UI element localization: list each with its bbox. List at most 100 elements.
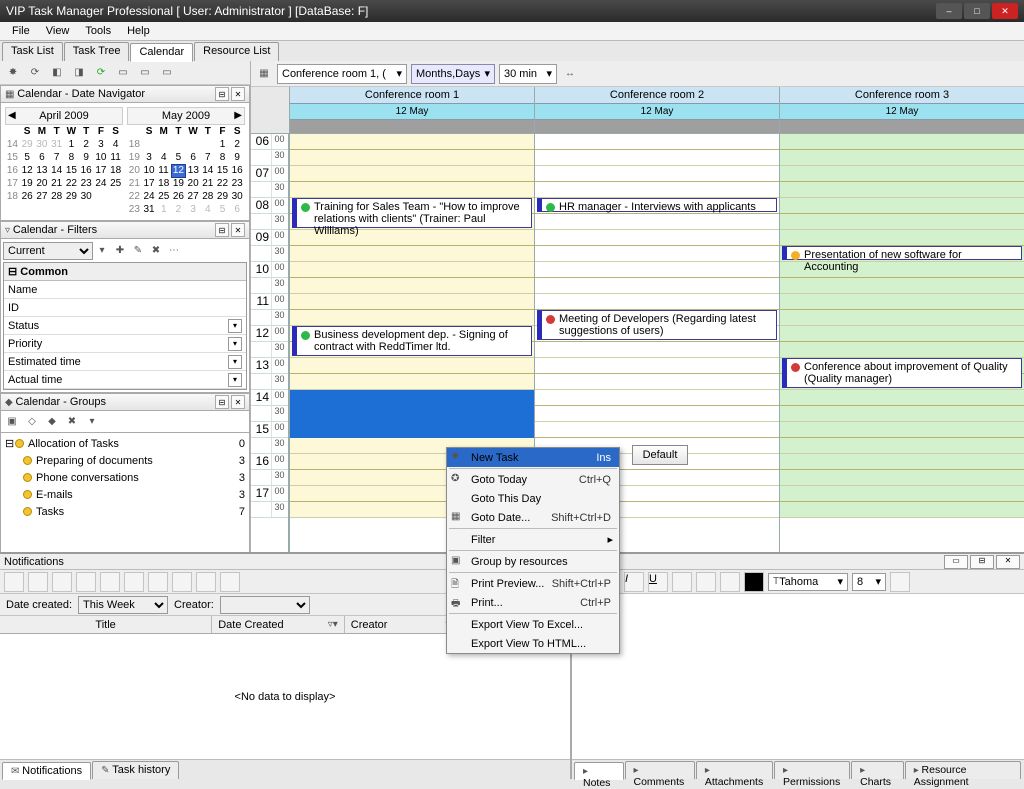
groups-tool-4[interactable]: ✖	[63, 413, 81, 431]
mini-calendar-left[interactable]: April 2009◀SMTWTFS1429303112341556789101…	[5, 107, 123, 216]
ctx-print-preview[interactable]: 🗎 Print Preview... Shift+Ctrl+P	[447, 574, 619, 593]
detail-tab[interactable]: ▸ Attachments	[696, 761, 773, 779]
cal-tool-1[interactable]: ▦	[255, 65, 273, 83]
dt-color-icon[interactable]	[744, 572, 764, 592]
ctx-goto-today[interactable]: ✪ Goto Today Ctrl+Q	[447, 470, 619, 489]
notif-tool-3[interactable]	[52, 572, 72, 592]
creator-combo[interactable]	[220, 596, 310, 614]
detail-tab[interactable]: ▸ Permissions	[774, 761, 850, 779]
ctx-print[interactable]: 🖶 Print... Ctrl+P	[447, 593, 619, 612]
calendar-event[interactable]: Meeting of Developers (Regarding latest …	[537, 310, 777, 340]
dt-italic-icon[interactable]: I	[624, 572, 644, 592]
notif-tool-6[interactable]	[124, 572, 144, 592]
maximize-button[interactable]: □	[964, 3, 990, 19]
filter-row[interactable]: Actual time▾	[4, 371, 246, 389]
group-item[interactable]: Phone conversations3	[23, 469, 245, 486]
menu-help[interactable]: Help	[119, 23, 158, 39]
groups-tool-3[interactable]: ◆	[43, 413, 61, 431]
ctx-new-task[interactable]: ✸ New Task Ins	[447, 448, 619, 467]
dt-extra-icon[interactable]	[890, 572, 910, 592]
tab-resource-list[interactable]: Resource List	[194, 42, 279, 61]
ctx-goto-date[interactable]: ▦ Goto Date... Shift+Ctrl+D	[447, 508, 619, 527]
detail-tab[interactable]: ▸ Charts	[851, 761, 904, 779]
col-creator[interactable]: Creator▾	[345, 616, 458, 633]
pin-icon[interactable]: ⊟	[215, 223, 229, 237]
tool-btn-2[interactable]: ⟳	[26, 64, 44, 82]
tool-btn-4[interactable]: ◨	[70, 64, 88, 82]
time-selection[interactable]	[290, 390, 534, 438]
detail-tab[interactable]: ▸ Resource Assignment	[905, 761, 1021, 779]
filter-row[interactable]: Estimated time▾	[4, 353, 246, 371]
tool-btn-3[interactable]: ◧	[48, 64, 66, 82]
room-header[interactable]: Conference room 1 12 May	[289, 87, 534, 133]
filter-tool-3[interactable]: ✎	[129, 242, 147, 260]
group-item[interactable]: E-mails3	[23, 486, 245, 503]
groups-tool-1[interactable]: ▣	[3, 413, 21, 431]
dt-align-r-icon[interactable]	[720, 572, 740, 592]
font-size-combo[interactable]: 8▾	[852, 573, 886, 591]
tab-notifications[interactable]: ✉ Notifications	[2, 762, 91, 780]
tab-calendar[interactable]: Calendar	[130, 43, 193, 62]
ctx-group-by[interactable]: ▣ Group by resources	[447, 552, 619, 571]
notif-tool-9[interactable]	[196, 572, 216, 592]
filter-apply-icon[interactable]: ▾	[93, 242, 111, 260]
filter-tool-5[interactable]: ⋯	[165, 242, 183, 260]
dt-align-l-icon[interactable]	[672, 572, 692, 592]
filter-row[interactable]: Status▾	[4, 317, 246, 335]
ctx-export-excel[interactable]: Export View To Excel...	[447, 615, 619, 634]
panel-restore-icon[interactable]: ▭	[944, 555, 968, 569]
slot-size-combo[interactable]: 30 min▾	[499, 64, 557, 84]
ctx-filter[interactable]: Filter▸	[447, 530, 619, 549]
col-title[interactable]: Title	[0, 616, 212, 633]
tab-task-history[interactable]: ✎ Task history	[92, 761, 179, 779]
mini-calendar-right[interactable]: May 2009▶SMTWTFS181219345678920101112131…	[127, 107, 245, 216]
calendar-event[interactable]: Training for Sales Team - "How to improv…	[292, 198, 532, 228]
font-combo[interactable]: T Tahoma▾	[768, 573, 848, 591]
panel-close-icon[interactable]: ✕	[996, 555, 1020, 569]
room-header[interactable]: Conference room 2 12 May	[534, 87, 779, 133]
room-header[interactable]: Conference room 3 12 May	[779, 87, 1024, 133]
groups-tool-2[interactable]: ◇	[23, 413, 41, 431]
dt-align-c-icon[interactable]	[696, 572, 716, 592]
col-date[interactable]: Date Created▿▾	[212, 616, 345, 633]
menu-tools[interactable]: Tools	[77, 23, 119, 39]
filter-row[interactable]: Name	[4, 281, 246, 299]
notif-tool-1[interactable]	[4, 572, 24, 592]
detail-tab[interactable]: ▸ Comments	[625, 761, 695, 779]
panel-pin-icon[interactable]: ⊟	[970, 555, 994, 569]
resource-combo[interactable]: Conference room 1, (▾	[277, 64, 407, 84]
filter-preset-combo[interactable]: Current	[3, 242, 93, 260]
filter-tool-2[interactable]: ✚	[111, 242, 129, 260]
pin-icon[interactable]: ⊟	[215, 395, 229, 409]
group-item[interactable]: Preparing of documents3	[23, 452, 245, 469]
pin-icon[interactable]: ⊟	[215, 87, 229, 101]
notif-tool-5[interactable]	[100, 572, 120, 592]
close-pane-icon[interactable]: ✕	[231, 87, 245, 101]
new-task-icon[interactable]: ✸	[4, 64, 22, 82]
date-created-combo[interactable]: This Week	[78, 596, 168, 614]
ctx-goto-this-day[interactable]: Goto This Day	[447, 489, 619, 508]
ctx-export-html[interactable]: Export View To HTML...	[447, 634, 619, 653]
filter-row[interactable]: Priority▾	[4, 335, 246, 353]
detail-body[interactable]	[572, 594, 1024, 759]
tool-btn-7[interactable]: ▭	[136, 64, 154, 82]
refresh-icon[interactable]: ⟳	[92, 64, 110, 82]
notif-tool-2[interactable]	[28, 572, 48, 592]
tool-btn-6[interactable]: ▭	[114, 64, 132, 82]
tab-task-list[interactable]: Task List	[2, 42, 63, 61]
calendar-event[interactable]: Business development dep. - Signing of c…	[292, 326, 532, 356]
groups-tool-5[interactable]: ▾	[83, 413, 101, 431]
menu-view[interactable]: View	[38, 23, 78, 39]
notif-tool-8[interactable]	[172, 572, 192, 592]
dt-under-icon[interactable]: U	[648, 572, 668, 592]
range-button[interactable]: Months,Days▾	[411, 64, 495, 84]
tab-task-tree[interactable]: Task Tree	[64, 42, 130, 61]
calendar-event[interactable]: HR manager - Interviews with applicants	[537, 198, 777, 212]
notif-tool-4[interactable]	[76, 572, 96, 592]
group-item[interactable]: Tasks7	[23, 503, 245, 520]
minimize-button[interactable]: –	[936, 3, 962, 19]
default-button[interactable]: Default	[632, 445, 688, 465]
tool-btn-8[interactable]: ▭	[158, 64, 176, 82]
filter-tool-4[interactable]: ✖	[147, 242, 165, 260]
close-pane-icon[interactable]: ✕	[231, 223, 245, 237]
